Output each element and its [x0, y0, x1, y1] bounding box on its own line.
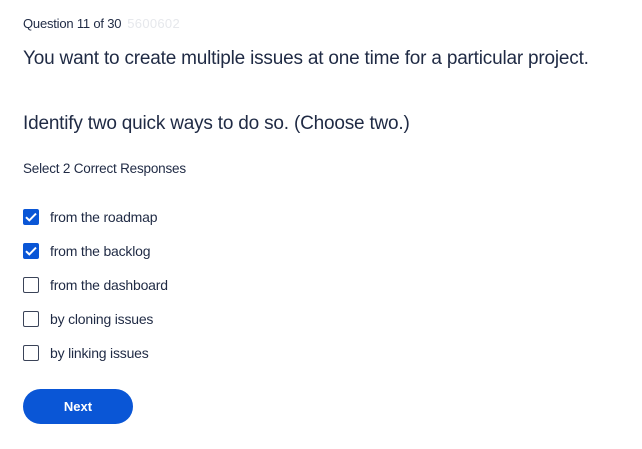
option-label: from the roadmap — [50, 209, 158, 225]
question-text-line-2: Identify two quick ways to do so. (Choos… — [23, 113, 410, 134]
option-checkbox[interactable] — [23, 209, 39, 225]
options-list: from the roadmap from the backlog from t… — [23, 200, 423, 370]
option-from-the-backlog[interactable]: from the backlog — [23, 234, 423, 268]
option-label: from the backlog — [50, 243, 151, 259]
checkmark-icon — [25, 212, 37, 222]
checkmark-icon — [25, 246, 37, 256]
question-id-faded: 5600602 — [127, 16, 180, 31]
option-checkbox[interactable] — [23, 311, 39, 327]
option-by-cloning-issues[interactable]: by cloning issues — [23, 302, 423, 336]
option-from-the-dashboard[interactable]: from the dashboard — [23, 268, 423, 302]
option-checkbox[interactable] — [23, 277, 39, 293]
option-label: by linking issues — [50, 345, 149, 361]
question-counter: Question 11 of 30 5600602 — [23, 16, 180, 31]
question-text-line-1: You want to create multiple issues at on… — [23, 48, 589, 69]
option-by-linking-issues[interactable]: by linking issues — [23, 336, 423, 370]
response-instruction: Select 2 Correct Responses — [23, 161, 186, 176]
option-from-the-roadmap[interactable]: from the roadmap — [23, 200, 423, 234]
option-label: from the dashboard — [50, 277, 168, 293]
option-checkbox[interactable] — [23, 345, 39, 361]
next-button[interactable]: Next — [23, 389, 133, 424]
option-label: by cloning issues — [50, 311, 154, 327]
question-counter-label: Question 11 of 30 — [23, 16, 122, 31]
option-checkbox[interactable] — [23, 243, 39, 259]
